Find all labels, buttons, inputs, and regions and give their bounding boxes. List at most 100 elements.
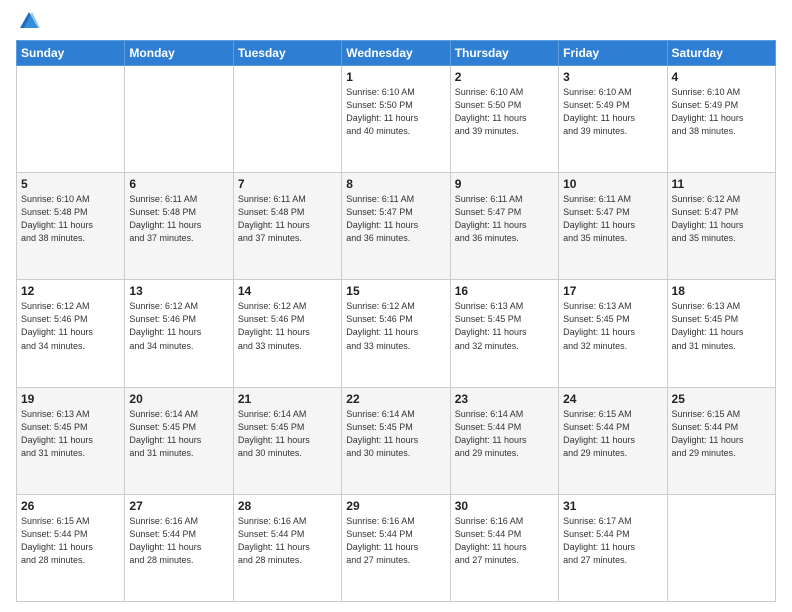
day-info: Sunrise: 6:11 AM Sunset: 5:47 PM Dayligh…	[346, 193, 445, 245]
calendar-cell: 2 Sunrise: 6:10 AM Sunset: 5:50 PM Daylig…	[450, 66, 558, 173]
calendar-cell: 14 Sunrise: 6:12 AM Sunset: 5:46 PM Dayli…	[233, 280, 341, 387]
day-number: 11	[672, 177, 771, 191]
day-info: Sunrise: 6:11 AM Sunset: 5:48 PM Dayligh…	[238, 193, 337, 245]
calendar-cell: 20 Sunrise: 6:14 AM Sunset: 5:45 PM Dayli…	[125, 387, 233, 494]
day-info: Sunrise: 6:11 AM Sunset: 5:47 PM Dayligh…	[563, 193, 662, 245]
day-info: Sunrise: 6:10 AM Sunset: 5:49 PM Dayligh…	[672, 86, 771, 138]
calendar-cell: 29 Sunrise: 6:16 AM Sunset: 5:44 PM Dayli…	[342, 494, 450, 601]
day-info: Sunrise: 6:10 AM Sunset: 5:48 PM Dayligh…	[21, 193, 120, 245]
calendar-day-header: Sunday	[17, 41, 125, 66]
day-info: Sunrise: 6:12 AM Sunset: 5:46 PM Dayligh…	[129, 300, 228, 352]
day-info: Sunrise: 6:16 AM Sunset: 5:44 PM Dayligh…	[129, 515, 228, 567]
calendar-header-row: SundayMondayTuesdayWednesdayThursdayFrid…	[17, 41, 776, 66]
day-number: 14	[238, 284, 337, 298]
calendar-cell	[17, 66, 125, 173]
day-info: Sunrise: 6:10 AM Sunset: 5:49 PM Dayligh…	[563, 86, 662, 138]
day-number: 6	[129, 177, 228, 191]
calendar-cell: 13 Sunrise: 6:12 AM Sunset: 5:46 PM Dayli…	[125, 280, 233, 387]
day-info: Sunrise: 6:13 AM Sunset: 5:45 PM Dayligh…	[672, 300, 771, 352]
day-number: 25	[672, 392, 771, 406]
day-info: Sunrise: 6:15 AM Sunset: 5:44 PM Dayligh…	[563, 408, 662, 460]
day-info: Sunrise: 6:16 AM Sunset: 5:44 PM Dayligh…	[346, 515, 445, 567]
calendar-cell: 5 Sunrise: 6:10 AM Sunset: 5:48 PM Daylig…	[17, 173, 125, 280]
calendar-cell	[667, 494, 775, 601]
day-number: 20	[129, 392, 228, 406]
day-number: 3	[563, 70, 662, 84]
day-info: Sunrise: 6:11 AM Sunset: 5:48 PM Dayligh…	[129, 193, 228, 245]
calendar-cell: 25 Sunrise: 6:15 AM Sunset: 5:44 PM Dayli…	[667, 387, 775, 494]
day-number: 28	[238, 499, 337, 513]
calendar-cell: 16 Sunrise: 6:13 AM Sunset: 5:45 PM Dayli…	[450, 280, 558, 387]
day-info: Sunrise: 6:12 AM Sunset: 5:46 PM Dayligh…	[346, 300, 445, 352]
day-number: 1	[346, 70, 445, 84]
day-info: Sunrise: 6:14 AM Sunset: 5:45 PM Dayligh…	[346, 408, 445, 460]
day-info: Sunrise: 6:16 AM Sunset: 5:44 PM Dayligh…	[238, 515, 337, 567]
day-number: 17	[563, 284, 662, 298]
day-info: Sunrise: 6:14 AM Sunset: 5:45 PM Dayligh…	[129, 408, 228, 460]
calendar-day-header: Saturday	[667, 41, 775, 66]
day-info: Sunrise: 6:13 AM Sunset: 5:45 PM Dayligh…	[563, 300, 662, 352]
calendar-week-row: 12Sunrise: 6:12 AM Sunset: 5:46 PM Dayli…	[17, 280, 776, 387]
day-info: Sunrise: 6:17 AM Sunset: 5:44 PM Dayligh…	[563, 515, 662, 567]
calendar-day-header: Monday	[125, 41, 233, 66]
calendar-cell: 19 Sunrise: 6:13 AM Sunset: 5:45 PM Dayli…	[17, 387, 125, 494]
logo	[16, 10, 40, 32]
day-number: 30	[455, 499, 554, 513]
page: SundayMondayTuesdayWednesdayThursdayFrid…	[0, 0, 792, 612]
calendar-cell	[125, 66, 233, 173]
day-info: Sunrise: 6:12 AM Sunset: 5:47 PM Dayligh…	[672, 193, 771, 245]
calendar-week-row: 1 Sunrise: 6:10 AM Sunset: 5:50 PM Daylig…	[17, 66, 776, 173]
day-info: Sunrise: 6:15 AM Sunset: 5:44 PM Dayligh…	[672, 408, 771, 460]
calendar-cell: 28 Sunrise: 6:16 AM Sunset: 5:44 PM Dayli…	[233, 494, 341, 601]
calendar-cell: 3 Sunrise: 6:10 AM Sunset: 5:49 PM Daylig…	[559, 66, 667, 173]
logo-icon	[18, 10, 40, 32]
day-number: 27	[129, 499, 228, 513]
day-number: 8	[346, 177, 445, 191]
calendar-day-header: Tuesday	[233, 41, 341, 66]
day-info: Sunrise: 6:12 AM Sunset: 5:46 PM Dayligh…	[238, 300, 337, 352]
header	[16, 10, 776, 32]
calendar-cell: 21Sunrise: 6:14 AM Sunset: 5:45 PM Dayli…	[233, 387, 341, 494]
day-number: 2	[455, 70, 554, 84]
calendar-cell	[233, 66, 341, 173]
day-info: Sunrise: 6:12 AM Sunset: 5:46 PM Dayligh…	[21, 300, 120, 352]
day-number: 9	[455, 177, 554, 191]
calendar-cell: 27 Sunrise: 6:16 AM Sunset: 5:44 PM Dayli…	[125, 494, 233, 601]
day-number: 4	[672, 70, 771, 84]
calendar-cell: 4 Sunrise: 6:10 AM Sunset: 5:49 PM Daylig…	[667, 66, 775, 173]
day-number: 15	[346, 284, 445, 298]
day-info: Sunrise: 6:16 AM Sunset: 5:44 PM Dayligh…	[455, 515, 554, 567]
day-number: 5	[21, 177, 120, 191]
calendar-week-row: 5 Sunrise: 6:10 AM Sunset: 5:48 PM Daylig…	[17, 173, 776, 280]
calendar-week-row: 19 Sunrise: 6:13 AM Sunset: 5:45 PM Dayli…	[17, 387, 776, 494]
calendar-table: SundayMondayTuesdayWednesdayThursdayFrid…	[16, 40, 776, 602]
day-number: 19	[21, 392, 120, 406]
calendar-cell: 8 Sunrise: 6:11 AM Sunset: 5:47 PM Daylig…	[342, 173, 450, 280]
day-info: Sunrise: 6:10 AM Sunset: 5:50 PM Dayligh…	[455, 86, 554, 138]
calendar-day-header: Thursday	[450, 41, 558, 66]
day-number: 16	[455, 284, 554, 298]
calendar-cell: 17 Sunrise: 6:13 AM Sunset: 5:45 PM Dayli…	[559, 280, 667, 387]
calendar-cell: 26Sunrise: 6:15 AM Sunset: 5:44 PM Dayli…	[17, 494, 125, 601]
calendar-cell: 9 Sunrise: 6:11 AM Sunset: 5:47 PM Daylig…	[450, 173, 558, 280]
day-number: 29	[346, 499, 445, 513]
day-number: 23	[455, 392, 554, 406]
calendar-cell: 24Sunrise: 6:15 AM Sunset: 5:44 PM Dayli…	[559, 387, 667, 494]
day-info: Sunrise: 6:10 AM Sunset: 5:50 PM Dayligh…	[346, 86, 445, 138]
calendar-cell: 31 Sunrise: 6:17 AM Sunset: 5:44 PM Dayli…	[559, 494, 667, 601]
calendar-cell: 23Sunrise: 6:14 AM Sunset: 5:44 PM Dayli…	[450, 387, 558, 494]
day-number: 13	[129, 284, 228, 298]
calendar-cell: 30 Sunrise: 6:16 AM Sunset: 5:44 PM Dayli…	[450, 494, 558, 601]
calendar-day-header: Wednesday	[342, 41, 450, 66]
day-number: 10	[563, 177, 662, 191]
day-number: 22	[346, 392, 445, 406]
day-info: Sunrise: 6:11 AM Sunset: 5:47 PM Dayligh…	[455, 193, 554, 245]
calendar-cell: 15 Sunrise: 6:12 AM Sunset: 5:46 PM Dayli…	[342, 280, 450, 387]
calendar-day-header: Friday	[559, 41, 667, 66]
day-info: Sunrise: 6:13 AM Sunset: 5:45 PM Dayligh…	[21, 408, 120, 460]
day-number: 31	[563, 499, 662, 513]
calendar-cell: 11 Sunrise: 6:12 AM Sunset: 5:47 PM Dayli…	[667, 173, 775, 280]
calendar-cell: 6 Sunrise: 6:11 AM Sunset: 5:48 PM Daylig…	[125, 173, 233, 280]
day-info: Sunrise: 6:13 AM Sunset: 5:45 PM Dayligh…	[455, 300, 554, 352]
calendar-cell: 7Sunrise: 6:11 AM Sunset: 5:48 PM Daylig…	[233, 173, 341, 280]
